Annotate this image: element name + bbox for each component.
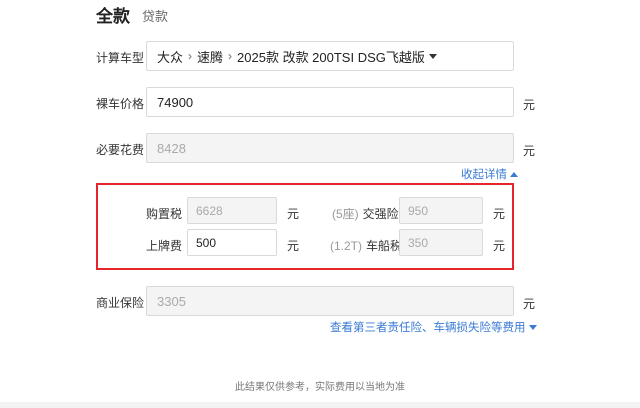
vehicle-tax-field: 350 xyxy=(399,229,483,256)
car-series: 速腾 xyxy=(197,49,224,65)
dropdown-caret-icon xyxy=(428,53,437,59)
collapse-details-link[interactable]: 收起详情 xyxy=(461,166,518,182)
necessary-fees-label: 必要花费 xyxy=(96,143,145,157)
license-fee-input[interactable]: 500 xyxy=(187,229,277,256)
seat-count-note: (5座) xyxy=(332,207,359,221)
compulsory-insurance-label-group: (5座) 交强险 xyxy=(332,205,399,222)
necessary-fees-field: 8428 xyxy=(146,133,514,163)
car-model-select[interactable]: 大众 › 速腾 › 2025款 改款 200TSI DSG飞越版 xyxy=(146,41,514,71)
license-fee-unit: 元 xyxy=(287,239,300,253)
license-fee-label: 上牌费 xyxy=(146,239,183,253)
tab-full-payment[interactable]: 全款 xyxy=(96,2,130,27)
purchase-tax-label: 购置税 xyxy=(146,207,183,221)
compulsory-insurance-unit: 元 xyxy=(493,207,506,221)
compulsory-insurance-label: 交强险 xyxy=(362,207,399,221)
car-model-label: 计算车型 xyxy=(96,51,145,65)
necessary-fees-unit: 元 xyxy=(523,144,536,158)
vehicle-tax-label-group: (1.2T) 车船税 xyxy=(330,237,402,254)
triangle-down-icon xyxy=(528,324,537,330)
view-insurance-fees-link[interactable]: 查看第三者责任险、车辆损失险等费用 xyxy=(330,319,537,335)
commercial-insurance-unit: 元 xyxy=(523,297,536,311)
bare-price-input[interactable]: 74900 xyxy=(146,87,514,117)
bottom-divider xyxy=(0,402,640,408)
bare-price-label: 裸车价格 xyxy=(96,97,145,111)
fee-details-panel: 购置税 6628 元 (5座) 交强险 950 元 上牌费 500 元 (1.2T… xyxy=(96,183,514,270)
breadcrumb-separator-icon: › xyxy=(188,49,193,63)
car-model: 2025款 改款 200TSI DSG飞越版 xyxy=(237,49,425,65)
car-brand: 大众 xyxy=(157,49,184,65)
commercial-insurance-field: 3305 xyxy=(146,286,514,316)
vehicle-tax-label: 车船税 xyxy=(366,239,403,253)
displacement-note: (1.2T) xyxy=(330,239,363,253)
purchase-tax-field: 6628 xyxy=(187,197,277,224)
bare-price-unit: 元 xyxy=(523,98,536,112)
compulsory-insurance-field: 950 xyxy=(399,197,483,224)
triangle-up-icon xyxy=(510,171,518,177)
collapse-details-label: 收起详情 xyxy=(461,169,507,181)
view-insurance-fees-label: 查看第三者责任险、车辆损失险等费用 xyxy=(330,322,526,334)
disclaimer-text: 此结果仅供参考，实际费用以当地为准 xyxy=(235,382,405,393)
commercial-insurance-label: 商业保险 xyxy=(96,296,145,310)
breadcrumb-separator-icon: › xyxy=(228,49,233,63)
vehicle-tax-unit: 元 xyxy=(493,239,506,253)
purchase-tax-unit: 元 xyxy=(287,207,300,221)
tab-loan[interactable]: 贷款 xyxy=(142,6,168,25)
